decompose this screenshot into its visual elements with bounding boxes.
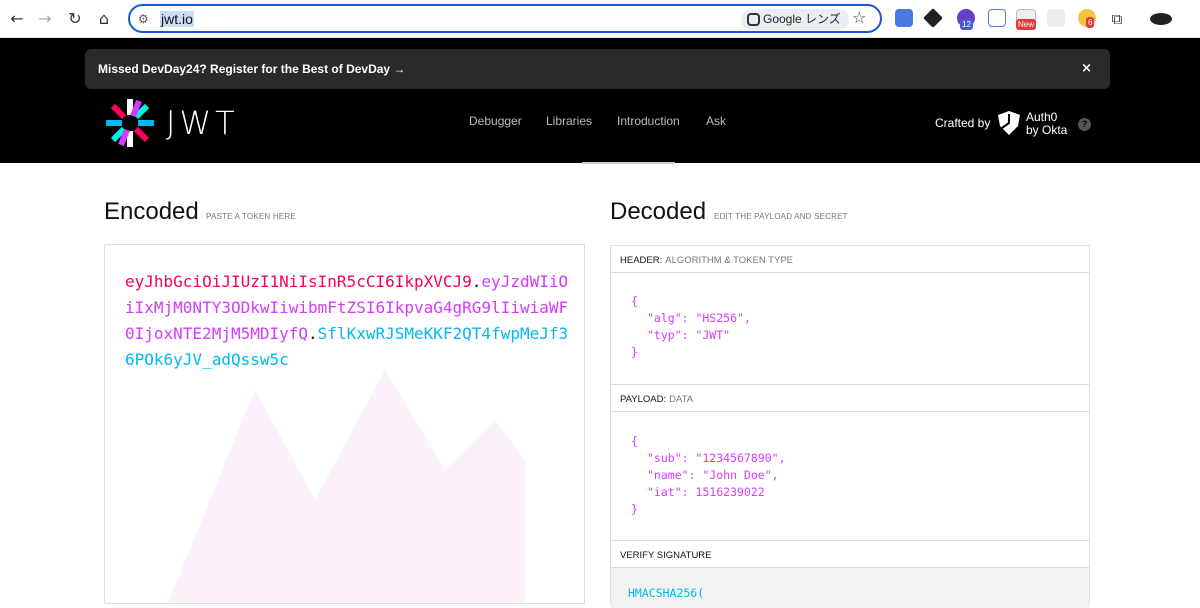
address-bar[interactable]: ⚙ jwt.io Google レンズ ☆ <box>128 4 882 33</box>
nav-debugger[interactable]: Debugger <box>469 114 522 128</box>
site-settings-icon[interactable]: ⚙ <box>138 12 149 26</box>
browser-toolbar: ← → ↻ ⌂ ⚙ jwt.io Google レンズ ☆ 12 New 6 ⧉ <box>0 0 1200 38</box>
help-icon[interactable]: ? <box>1078 118 1091 131</box>
extension-badge: 6 <box>1086 17 1095 28</box>
lens-icon <box>747 13 760 26</box>
token-dot: . <box>471 272 482 291</box>
purple-extension-icon[interactable]: 12 <box>957 9 975 30</box>
home-icon[interactable]: ⌂ <box>93 8 115 30</box>
auth0-subtitle: by Okta <box>1026 123 1068 137</box>
json-brace: { <box>631 434 638 448</box>
google-lens-button[interactable]: Google レンズ <box>741 9 849 30</box>
back-arrow-icon[interactable]: ← <box>6 8 28 30</box>
decoded-subtitle: EDIT THE PAYLOAD AND SECRET <box>714 212 848 221</box>
background-mountains <box>167 370 525 603</box>
header-label: HEADER: <box>620 255 663 266</box>
blank-extension-icon[interactable] <box>1047 9 1065 27</box>
json-line: "iat": 1516239022 <box>647 485 765 499</box>
encoded-title: Encoded <box>104 198 199 225</box>
json-brace: { <box>631 294 638 308</box>
json-brace: } <box>631 345 638 359</box>
extension-badge: New <box>1016 19 1037 30</box>
banner-text[interactable]: Missed DevDay24? Register for the Best o… <box>98 62 405 76</box>
payload-sublabel: DATA <box>669 394 694 405</box>
extensions-puzzle-icon[interactable]: ⧉ <box>1106 8 1128 30</box>
json-line: "alg": "HS256", <box>647 311 751 325</box>
payload-section-label: PAYLOAD: DATA <box>611 385 1089 412</box>
divider <box>582 162 675 164</box>
extension-badge: 12 <box>960 19 973 30</box>
payload-json-editor[interactable]: { "sub": "1234567890", "name": "John Doe… <box>631 433 785 518</box>
decoded-panel: HEADER: ALGORITHM & TOKEN TYPE { "alg": "… <box>610 245 1090 608</box>
decoded-title: Decoded <box>610 198 707 225</box>
json-line: "name": "John Doe", <box>647 468 779 482</box>
crafted-by-label: Crafted by <box>935 116 991 130</box>
close-icon[interactable]: × <box>1081 61 1092 76</box>
json-line: "sub": "1234567890", <box>647 451 786 465</box>
auth0-link[interactable]: Auth0 by Okta <box>1026 111 1067 137</box>
nav-introduction[interactable]: Introduction <box>617 114 680 128</box>
verify-label: VERIFY SIGNATURE <box>620 550 712 561</box>
encoded-token-input[interactable]: eyJhbGciOiJIUzI1NiIsInR5cCI6IkpXVCJ9.eyJ… <box>104 244 585 604</box>
header-section-label: HEADER: ALGORITHM & TOKEN TYPE <box>611 246 1089 273</box>
colorful-extension-icon[interactable]: 6 <box>1078 9 1096 28</box>
auth0-shield-icon[interactable] <box>996 110 1022 136</box>
signature-editor[interactable]: HMACSHA256( <box>611 568 1089 608</box>
translate-extension-icon[interactable] <box>895 9 913 27</box>
forward-arrow-icon[interactable]: → <box>34 8 56 30</box>
nav-libraries[interactable]: Libraries <box>546 114 592 128</box>
url-text[interactable]: jwt.io <box>160 11 194 27</box>
nav-ask[interactable]: Ask <box>706 114 726 128</box>
window-extension-icon[interactable] <box>988 9 1006 27</box>
encoded-subtitle: PASTE A TOKEN HERE <box>206 212 296 221</box>
new-extension-icon[interactable]: New <box>1016 9 1037 30</box>
token-dot: . <box>308 324 318 343</box>
header-json-editor[interactable]: { "alg": "HS256", "typ": "JWT" } <box>631 293 751 361</box>
bookmark-star-icon[interactable]: ☆ <box>852 8 866 27</box>
json-line: "typ": "JWT" <box>647 328 731 342</box>
shield-extension-icon[interactable] <box>923 8 943 28</box>
token-header-part: eyJhbGciOiJIUzI1NiIsInR5cCI6IkpXVCJ9 <box>125 272 472 291</box>
profile-avatar-icon[interactable] <box>1150 13 1172 25</box>
announcement-banner[interactable]: Missed DevDay24? Register for the Best o… <box>85 49 1110 89</box>
encoded-token-text[interactable]: eyJhbGciOiJIUzI1NiIsInR5cCI6IkpXVCJ9.eyJ… <box>125 269 575 373</box>
header-sublabel: ALGORITHM & TOKEN TYPE <box>665 255 793 266</box>
jwt-logo-icon[interactable] <box>104 97 156 149</box>
verify-section-label: VERIFY SIGNATURE <box>611 541 1089 568</box>
reload-icon[interactable]: ↻ <box>64 8 86 30</box>
payload-label: PAYLOAD: <box>620 394 667 405</box>
signature-code: HMACSHA256( <box>628 586 705 600</box>
lens-label: Google レンズ <box>763 12 841 26</box>
logo-text[interactable]: JWT <box>166 104 239 142</box>
json-brace: } <box>631 502 638 516</box>
